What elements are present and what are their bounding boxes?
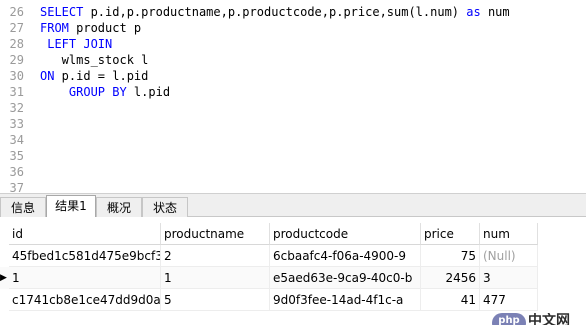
column-header-productname[interactable]: productname bbox=[161, 223, 270, 245]
table-row[interactable]: c1741cb8e1ce47dd9d0ad 5 9d0f3fee-14ad-4f… bbox=[0, 289, 538, 311]
line-number: 32 bbox=[9, 101, 24, 115]
result-grid[interactable]: id productname productcode price num 45f… bbox=[0, 217, 586, 325]
sql-text: p.id,p.productname,p.productcode,p.price… bbox=[90, 5, 467, 19]
sql-keyword: FROM bbox=[40, 21, 69, 35]
line-number: 27 bbox=[9, 21, 24, 35]
line-number: 34 bbox=[9, 133, 24, 147]
result-tab-bar: 信息 结果1 概况 状态 bbox=[0, 193, 586, 217]
line-number: 29 bbox=[9, 53, 24, 67]
tab-status[interactable]: 状态 bbox=[142, 197, 188, 217]
code-text: wlms_stock l bbox=[40, 52, 149, 68]
code-text: GROUP BY l.pid bbox=[40, 84, 170, 100]
code-text: SELECT p.id,p.productname,p.productcode,… bbox=[40, 4, 510, 20]
column-header-productcode[interactable]: productcode bbox=[270, 223, 421, 245]
code-text: ON p.id = l.pid bbox=[40, 68, 148, 84]
site-watermark-logo: php 中文网 bbox=[492, 313, 586, 325]
cell-price[interactable]: 41 bbox=[421, 289, 480, 311]
sql-keyword: LEFT JOIN bbox=[40, 37, 113, 51]
sql-keyword: ON bbox=[40, 69, 55, 83]
column-header-id[interactable]: id bbox=[9, 223, 161, 245]
line-number: 26 bbox=[9, 5, 24, 19]
code-text: LEFT JOIN bbox=[40, 36, 112, 52]
sql-text: num bbox=[480, 5, 510, 19]
sql-text: l.pid bbox=[126, 85, 171, 99]
table-row[interactable]: ▶ 1 1 e5aed63e-9ca9-40c0-b 2456 3 bbox=[0, 267, 538, 289]
sql-text: wlms_stock l bbox=[40, 53, 149, 67]
sql-text: p.id = l.pid bbox=[54, 69, 149, 83]
sql-keyword: GROUP BY bbox=[68, 85, 127, 99]
cell-productname[interactable]: 1 bbox=[161, 267, 270, 289]
sql-editor[interactable]: 26 SELECT p.id,p.productname,p.productcod… bbox=[0, 0, 586, 193]
line-number: 28 bbox=[9, 37, 24, 51]
tab-result-1[interactable]: 结果1 bbox=[46, 195, 96, 217]
column-header-num[interactable]: num bbox=[480, 223, 538, 245]
watermark-pill: php bbox=[492, 313, 526, 325]
sql-keyword: as bbox=[466, 5, 481, 19]
cell-id[interactable]: 1 bbox=[9, 267, 161, 289]
current-row-marker-icon: ▶ bbox=[0, 273, 7, 283]
column-header-price[interactable]: price bbox=[421, 223, 480, 245]
line-number: 36 bbox=[9, 165, 24, 179]
sql-keyword: SELECT bbox=[40, 5, 91, 19]
cell-productname[interactable]: 2 bbox=[161, 245, 270, 267]
cell-num[interactable]: 3 bbox=[480, 267, 538, 289]
line-number: 30 bbox=[9, 69, 24, 83]
cell-productcode[interactable]: 6cbaafc4-f06a-4900-9 bbox=[270, 245, 421, 267]
cell-price[interactable]: 2456 bbox=[421, 267, 480, 289]
code-text: FROM product p bbox=[40, 20, 141, 36]
line-number: 33 bbox=[9, 117, 24, 131]
sql-text: product p bbox=[68, 21, 142, 35]
line-number: 35 bbox=[9, 149, 24, 163]
cell-num[interactable]: (Null) bbox=[480, 245, 538, 267]
watermark-text: 中文网 bbox=[528, 313, 570, 325]
cell-id[interactable]: 45fbed1c581d475e9bcf37 bbox=[9, 245, 161, 267]
cell-price[interactable]: 75 bbox=[421, 245, 480, 267]
cell-productname[interactable]: 5 bbox=[161, 289, 270, 311]
tab-info[interactable]: 信息 bbox=[0, 197, 46, 217]
tab-profile[interactable]: 概况 bbox=[96, 197, 142, 217]
line-number: 37 bbox=[9, 181, 24, 193]
cell-id[interactable]: c1741cb8e1ce47dd9d0ad bbox=[9, 289, 161, 311]
line-number: 31 bbox=[9, 85, 24, 99]
cell-productcode[interactable]: 9d0f3fee-14ad-4f1c-a bbox=[270, 289, 421, 311]
cell-num[interactable]: 477 bbox=[480, 289, 538, 311]
cell-productcode[interactable]: e5aed63e-9ca9-40c0-b bbox=[270, 267, 421, 289]
grid-header: id productname productcode price num bbox=[0, 223, 538, 245]
table-row[interactable]: 45fbed1c581d475e9bcf37 2 6cbaafc4-f06a-4… bbox=[0, 245, 538, 267]
